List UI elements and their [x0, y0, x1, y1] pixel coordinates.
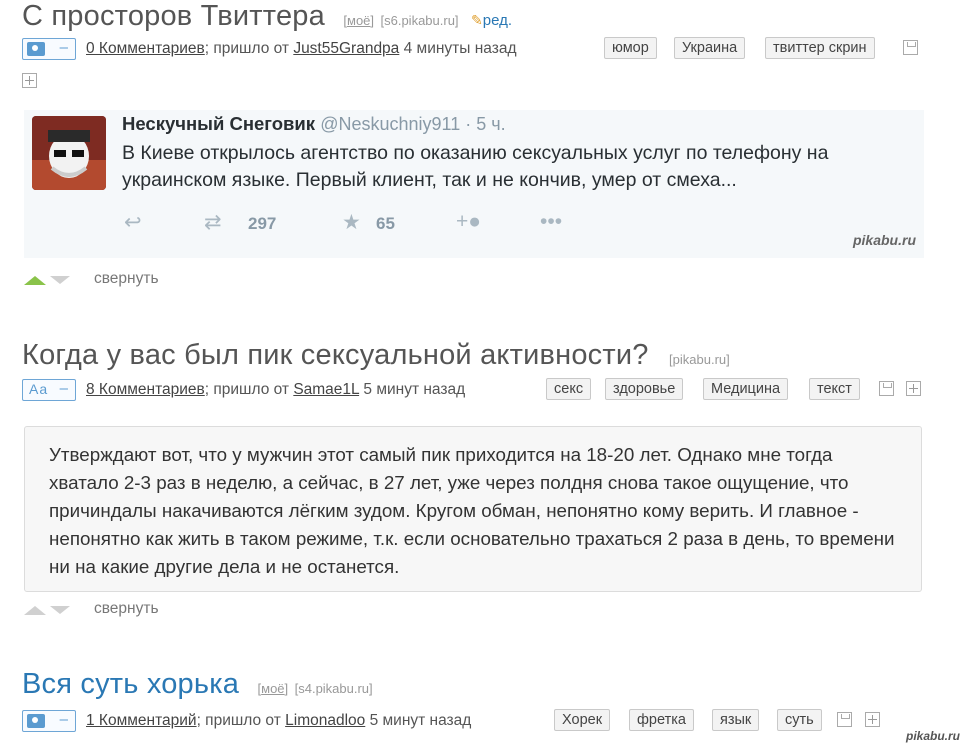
collapse-link[interactable]: свернуть: [94, 600, 159, 618]
camera-icon: [27, 42, 45, 56]
downvote-arrow-icon[interactable]: [50, 606, 70, 614]
post-title-row: Когда у вас был пик сексуальной активнос…: [22, 339, 730, 372]
save-icon[interactable]: [903, 40, 918, 55]
plus-icon[interactable]: [22, 73, 37, 88]
tag[interactable]: суть: [777, 709, 822, 731]
post-title-row: Вся суть хорька [моё] [s4.pikabu.ru]: [22, 668, 373, 701]
image-type-badge[interactable]: –: [22, 38, 76, 60]
favorite-count: 65: [376, 214, 395, 233]
footer-watermark: pikabu.ru: [905, 729, 960, 743]
tweet-author-name: Нескучный Снеговик @Neskuchniy911 · 5 ч.: [122, 113, 506, 134]
text-icon: Aa: [29, 381, 49, 397]
tag[interactable]: фретка: [629, 709, 694, 731]
domain-link[interactable]: [s6.pikabu.ru]: [381, 13, 459, 28]
domain-link[interactable]: [s4.pikabu.ru]: [295, 681, 373, 696]
plus-icon[interactable]: [906, 381, 921, 396]
tag[interactable]: текст: [809, 378, 860, 400]
author-link[interactable]: Samae1L: [293, 381, 359, 398]
image-type-badge[interactable]: –: [22, 710, 76, 732]
post-title[interactable]: С просторов Твиттера: [22, 0, 325, 32]
save-icon[interactable]: [837, 712, 852, 727]
moe-label[interactable]: [моё]: [343, 13, 374, 28]
avatar: [32, 116, 106, 190]
tweet-handle: @Neskuchniy911 · 5 ч.: [320, 114, 506, 134]
author-link[interactable]: Limonadloo: [285, 712, 365, 729]
comments-link[interactable]: 8 Комментариев: [86, 381, 205, 398]
follow-icon: +●: [456, 210, 481, 233]
upvote-arrow-icon[interactable]: [24, 606, 46, 615]
minus-icon: –: [59, 380, 68, 397]
post-meta: – 0 Комментариев; пришло от Just55Grandp…: [22, 37, 922, 62]
tweet-screenshot[interactable]: Нескучный Снеговик @Neskuchniy911 · 5 ч.…: [24, 110, 924, 258]
retweet-count: 297: [248, 214, 277, 233]
reply-icon: ↩: [124, 211, 142, 234]
post-title-row: С просторов Твиттера [моё] [s6.pikabu.ru…: [22, 0, 512, 33]
author-link[interactable]: Just55Grandpa: [293, 40, 399, 57]
comments-link[interactable]: 0 Комментариев: [86, 40, 205, 57]
collapse-link[interactable]: свернуть: [94, 270, 159, 288]
tag[interactable]: Украина: [674, 37, 746, 59]
save-icon[interactable]: [879, 381, 894, 396]
tag[interactable]: язык: [712, 709, 760, 731]
pencil-icon: ✎: [471, 12, 483, 28]
edit-link[interactable]: ✎ред.: [471, 12, 512, 29]
tag[interactable]: Хорек: [554, 709, 611, 731]
post-text-box: Утверждают вот, что у мужчин этот самый …: [24, 426, 922, 592]
post-meta: Aa – 8 Комментариев; пришло от Samae1L 5…: [22, 378, 942, 403]
downvote-arrow-icon[interactable]: [50, 276, 70, 284]
more-icon: •••: [540, 210, 563, 233]
post-title[interactable]: Вся суть хорька: [22, 668, 239, 700]
domain-link[interactable]: [pikabu.ru]: [669, 352, 730, 367]
tag[interactable]: Медицина: [703, 378, 789, 400]
post-meta: – 1 Комментарий; пришло от Limonadloo 5 …: [22, 709, 922, 734]
tag[interactable]: здоровье: [605, 378, 684, 400]
star-icon: ★: [342, 211, 361, 234]
tweet-text: В Киеве открылось агентство по оказанию …: [122, 142, 829, 191]
tweet-actions: ↩ ⇄ 297 ★ 65 +● •••: [124, 210, 584, 236]
post-body-text: Утверждают вот, что у мужчин этот самый …: [49, 444, 895, 577]
post-title[interactable]: Когда у вас был пик сексуальной активнос…: [22, 339, 649, 371]
upvote-arrow-icon[interactable]: [24, 276, 46, 285]
plus-icon[interactable]: [865, 712, 880, 727]
watermark: pikabu.ru: [852, 232, 916, 248]
minus-icon: –: [59, 711, 68, 728]
tag[interactable]: твиттер скрин: [765, 37, 875, 59]
retweet-icon: ⇄: [204, 211, 222, 234]
camera-icon: [27, 714, 45, 728]
comments-link[interactable]: 1 Комментарий: [86, 712, 197, 729]
tag[interactable]: секс: [546, 378, 592, 400]
minus-icon: –: [59, 39, 68, 56]
moe-label[interactable]: [моё]: [258, 681, 289, 696]
tag[interactable]: юмор: [604, 37, 657, 59]
text-type-badge[interactable]: Aa –: [22, 379, 76, 401]
